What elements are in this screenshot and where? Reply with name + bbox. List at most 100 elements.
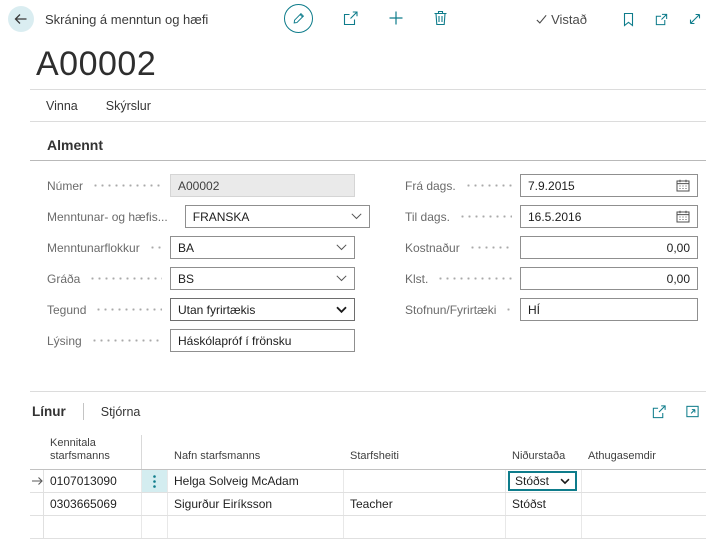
lines-table: Kennitala starfsmanns Nafn starfsmanns S… — [30, 435, 706, 539]
pencil-icon — [292, 11, 306, 25]
select-value: Stóðst — [515, 474, 549, 488]
lines-focus-mode-button[interactable] — [685, 404, 700, 419]
checkmark-icon — [535, 13, 548, 26]
field-label: Frá dags. — [388, 179, 456, 193]
menntunarflokkur-field[interactable]: BA — [170, 236, 355, 259]
column-header-athugasemdir[interactable]: Athugasemdir — [582, 448, 706, 469]
chevron-down-bold-icon — [560, 478, 570, 485]
nidurstada-select[interactable]: Stóðst — [508, 471, 577, 491]
cell-nafn[interactable]: Helga Solveig McAdam — [168, 470, 344, 492]
table-row-empty — [30, 516, 706, 539]
cell-starfsheiti[interactable] — [344, 470, 506, 492]
header-spacer — [30, 461, 44, 469]
field-label: Menntunarflokkur — [30, 241, 140, 255]
dotted-leader — [95, 308, 162, 311]
menu-item-vinna[interactable]: Vinna — [46, 99, 78, 113]
new-button[interactable] — [388, 10, 404, 26]
share-button[interactable] — [342, 10, 359, 27]
field-fra-dags: Frá dags. 7.9.2015 — [388, 174, 698, 197]
back-button[interactable] — [8, 6, 34, 32]
til-dags-field[interactable]: 16.5.2016 — [520, 205, 698, 228]
column-header-nafn[interactable]: Nafn starfsmanns — [168, 448, 344, 469]
klst-field[interactable]: 0,00 — [520, 267, 698, 290]
field-value: 16.5.2016 — [528, 210, 581, 224]
row-options-button[interactable] — [142, 470, 168, 492]
field-tegund: Tegund Utan fyrirtækis — [30, 298, 355, 321]
cell-starfsheiti[interactable] — [344, 516, 506, 538]
field-menntunarflokkur: Menntunarflokkur BA — [30, 236, 355, 259]
menntunar-hafis-field[interactable]: FRANSKA — [185, 205, 370, 228]
page-content: A00002 Vinna Skýrslur Almennt Númer A000… — [0, 44, 716, 539]
field-value: BS — [178, 272, 194, 286]
cell-nafn[interactable] — [168, 516, 344, 538]
dotted-leader — [505, 308, 512, 311]
column-header-kennitala[interactable]: Kennitala starfsmanns — [44, 435, 142, 469]
form-column-left: Númer A00002 Menntunar- og hæfis... FRAN… — [30, 174, 355, 360]
cell-kennitala[interactable] — [44, 516, 142, 538]
chevron-down-icon[interactable] — [336, 244, 347, 251]
grada-field[interactable]: BS — [170, 267, 355, 290]
header-spacer — [142, 461, 168, 469]
column-header-starfsheiti[interactable]: Starfsheiti — [344, 448, 506, 469]
dotted-leader — [89, 277, 162, 280]
dotted-leader — [469, 246, 512, 249]
column-header-nidurstada[interactable]: Niðurstaða — [506, 448, 582, 469]
fra-dags-field[interactable]: 7.9.2015 — [520, 174, 698, 197]
lines-menu-stjorna[interactable]: Stjórna — [101, 405, 141, 419]
dotted-leader — [91, 339, 162, 342]
section-header-general[interactable]: Almennt — [30, 122, 706, 161]
table-row: 0107013090 Helga Solveig McAdam Stóðst — [30, 470, 706, 493]
bookmark-button[interactable] — [622, 12, 635, 27]
table-row: 0303665069 Sigurður Eiríksson Teacher St… — [30, 493, 706, 516]
cell-nidurstada[interactable] — [506, 516, 582, 538]
top-bar: Skráning á menntun og hæfi — [0, 0, 716, 36]
ellipsis-vertical-icon — [153, 475, 156, 488]
share-icon — [342, 10, 359, 27]
general-form: Númer A00002 Menntunar- og hæfis... FRAN… — [30, 174, 706, 360]
window-title: Skráning á menntun og hæfi — [45, 12, 208, 27]
cell-athugasemdir[interactable] — [582, 516, 706, 538]
lysing-field[interactable]: Háskólapróf í frönsku — [170, 329, 355, 352]
field-value: 0,00 — [667, 241, 690, 255]
chevron-down-bold-icon[interactable] — [336, 306, 347, 314]
cell-kennitala[interactable]: 0303665069 — [44, 493, 142, 515]
field-stofnun: Stofnun/Fyrirtæki HÍ — [388, 298, 698, 321]
lines-share-button[interactable] — [651, 404, 667, 420]
cell-athugasemdir[interactable] — [582, 493, 706, 515]
field-label: Stofnun/Fyrirtæki — [388, 303, 496, 317]
trash-icon — [433, 10, 448, 26]
cell-kennitala[interactable]: 0107013090 — [44, 470, 142, 492]
menu-item-skyrslur[interactable]: Skýrslur — [106, 99, 151, 113]
field-value: 7.9.2015 — [528, 179, 575, 193]
row-selector[interactable] — [30, 516, 44, 538]
field-value: Utan fyrirtækis — [178, 303, 255, 317]
field-value: FRANSKA — [193, 210, 250, 224]
row-selector[interactable] — [30, 493, 44, 515]
calendar-icon[interactable] — [676, 210, 690, 223]
cell-starfsheiti[interactable]: Teacher — [344, 493, 506, 515]
cell-nidurstada[interactable]: Stóðst — [506, 493, 582, 515]
delete-button[interactable] — [433, 10, 448, 26]
row-options-cell[interactable] — [142, 516, 168, 538]
cell-athugasemdir[interactable] — [582, 470, 706, 492]
field-menntunar-hafis: Menntunar- og hæfis... FRANSKA — [30, 205, 355, 228]
cell-nafn[interactable]: Sigurður Eiríksson — [168, 493, 344, 515]
field-label: Númer — [30, 179, 83, 193]
field-label: Menntunar- og hæfis... — [30, 210, 168, 224]
open-in-window-button[interactable] — [654, 12, 669, 27]
kostnadur-field[interactable]: 0,00 — [520, 236, 698, 259]
row-options-cell[interactable] — [142, 493, 168, 515]
edit-button[interactable] — [284, 4, 313, 33]
calendar-icon[interactable] — [676, 179, 690, 192]
field-label: Til dags. — [388, 210, 450, 224]
field-label: Lýsing — [30, 334, 82, 348]
field-numer: Númer A00002 — [30, 174, 355, 197]
tegund-select[interactable]: Utan fyrirtækis — [170, 298, 355, 321]
dotted-leader — [465, 184, 512, 187]
chevron-down-icon[interactable] — [336, 275, 347, 282]
field-til-dags: Til dags. 16.5.2016 — [388, 205, 698, 228]
expand-button[interactable] — [688, 12, 702, 26]
vertical-divider — [83, 403, 84, 420]
stofnun-field[interactable]: HÍ — [520, 298, 698, 321]
chevron-down-icon[interactable] — [351, 213, 362, 220]
